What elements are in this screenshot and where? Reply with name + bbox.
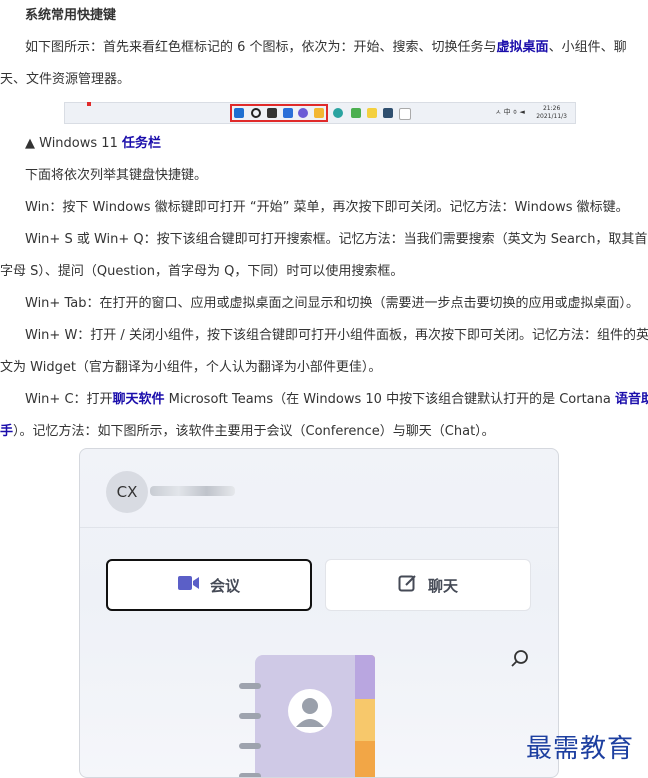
link-voice-assistant[interactable]: 语音助 bbox=[615, 392, 648, 407]
link-virtual-desktop[interactable]: 虚拟桌面 bbox=[497, 40, 549, 55]
paragraph-intro: 下面将依次列举其键盘快捷键。 bbox=[25, 168, 208, 183]
clock-time: 21:26 bbox=[542, 105, 561, 112]
start-icon bbox=[234, 108, 244, 118]
text-span: Win+ C：打开 bbox=[25, 392, 113, 407]
avatar: CX bbox=[106, 471, 148, 513]
windows11-taskbar-image: ㅅ 中 ⌽ ◄ 21:26 2021/11/3 bbox=[64, 102, 576, 124]
text-span: ）。记忆方法：如下图所示，该软件主要用于会议（Conference）与聊天（Ch… bbox=[13, 424, 495, 439]
paragraph-icons-intro: 如下图所示：首先来看红色框标记的 6 个图标，依次为：开始、搜索、切换任务与虚拟… bbox=[25, 38, 648, 58]
panel-header: CX bbox=[80, 449, 558, 528]
paragraph-win-c-cont: 手）。记忆方法：如下图所示，该软件主要用于会议（Conference）与聊天（C… bbox=[0, 422, 648, 442]
text-span: 如下图所示：首先来看红色框标记的 6 个图标，依次为：开始、搜索、切换任务与 bbox=[25, 40, 497, 55]
link-chat-software[interactable]: 聊天软件 bbox=[113, 392, 165, 407]
app-icon bbox=[383, 108, 393, 118]
file-explorer-icon bbox=[314, 108, 324, 118]
search-icon bbox=[251, 108, 261, 118]
widgets-icon bbox=[283, 108, 293, 118]
text-span: 、小组件、聊 bbox=[548, 40, 627, 55]
compose-icon bbox=[398, 573, 418, 597]
paragraph-win-s-q: Win+ S 或 Win+ Q：按下该组合键即可打开搜索框。记忆方法：当我们需要… bbox=[25, 232, 648, 247]
chat-button[interactable]: 聊天 bbox=[325, 559, 531, 611]
paragraph-icons-intro-cont: 天、文件资源管理器。 bbox=[0, 72, 131, 87]
video-camera-icon bbox=[177, 575, 200, 595]
taskbar-caption: ▲ Windows 11 任务栏 bbox=[25, 134, 648, 154]
link-voice-assistant-cont[interactable]: 手 bbox=[0, 424, 13, 439]
binder-ring bbox=[239, 713, 261, 719]
chat-icon bbox=[298, 108, 308, 118]
text-span: ▲ Windows 11 bbox=[25, 136, 122, 151]
blurred-username bbox=[150, 486, 235, 496]
paragraph-win-s-q-cont: 字母 S）、提问（Question，首字母为 Q，下同）时可以使用搜索框。 bbox=[0, 264, 404, 279]
text-span: Microsoft Teams（在 Windows 10 中按下该组合键默认打开… bbox=[164, 392, 615, 407]
system-tray: ㅅ 中 ⌽ ◄ bbox=[495, 108, 525, 116]
taskbar-clock: 21:26 2021/11/3 bbox=[536, 105, 567, 121]
teams-chat-panel-image: CX 会议 聊天 bbox=[79, 448, 559, 778]
person-icon bbox=[288, 689, 332, 733]
meet-button[interactable]: 会议 bbox=[106, 559, 312, 611]
contacts-book-illustration bbox=[239, 655, 375, 777]
binder-ring bbox=[239, 683, 261, 689]
link-taskbar[interactable]: 任务栏 bbox=[122, 136, 161, 151]
task-view-icon bbox=[267, 108, 277, 118]
app-icon bbox=[399, 108, 411, 120]
book-spine-bottom bbox=[355, 741, 375, 777]
app-icon bbox=[351, 108, 361, 118]
paragraph-win-c: Win+ C：打开聊天软件 Microsoft Teams（在 Windows … bbox=[25, 390, 648, 410]
section-heading: 系统常用快捷键 bbox=[25, 8, 117, 23]
paragraph-win-tab: Win+ Tab：在打开的窗口、应用或虚拟桌面之间显示和切换（需要进一步点击要切… bbox=[25, 296, 639, 311]
paragraph-win-w-cont: 文为 Widget（官方翻译为小组件，个人认为翻译为小部件更佳）。 bbox=[0, 360, 382, 375]
red-marker bbox=[87, 102, 91, 106]
edge-icon bbox=[333, 108, 343, 118]
search-icon[interactable] bbox=[510, 649, 530, 673]
binder-ring bbox=[239, 743, 261, 749]
app-icon bbox=[367, 108, 377, 118]
clock-date: 2021/11/3 bbox=[536, 113, 567, 120]
chat-label: 聊天 bbox=[427, 576, 458, 595]
paragraph-win-w: Win+ W：打开 / 关闭小组件，按下该组合键即可打开小组件面板，再次按下即可… bbox=[25, 328, 648, 343]
paragraph-win: Win：按下 Windows 徽标键即可打开 “开始” 菜单，再次按下即可关闭。… bbox=[25, 200, 629, 215]
watermark: 最需教育 bbox=[526, 734, 635, 764]
meet-label: 会议 bbox=[209, 576, 240, 595]
book-spine-top bbox=[355, 655, 375, 699]
